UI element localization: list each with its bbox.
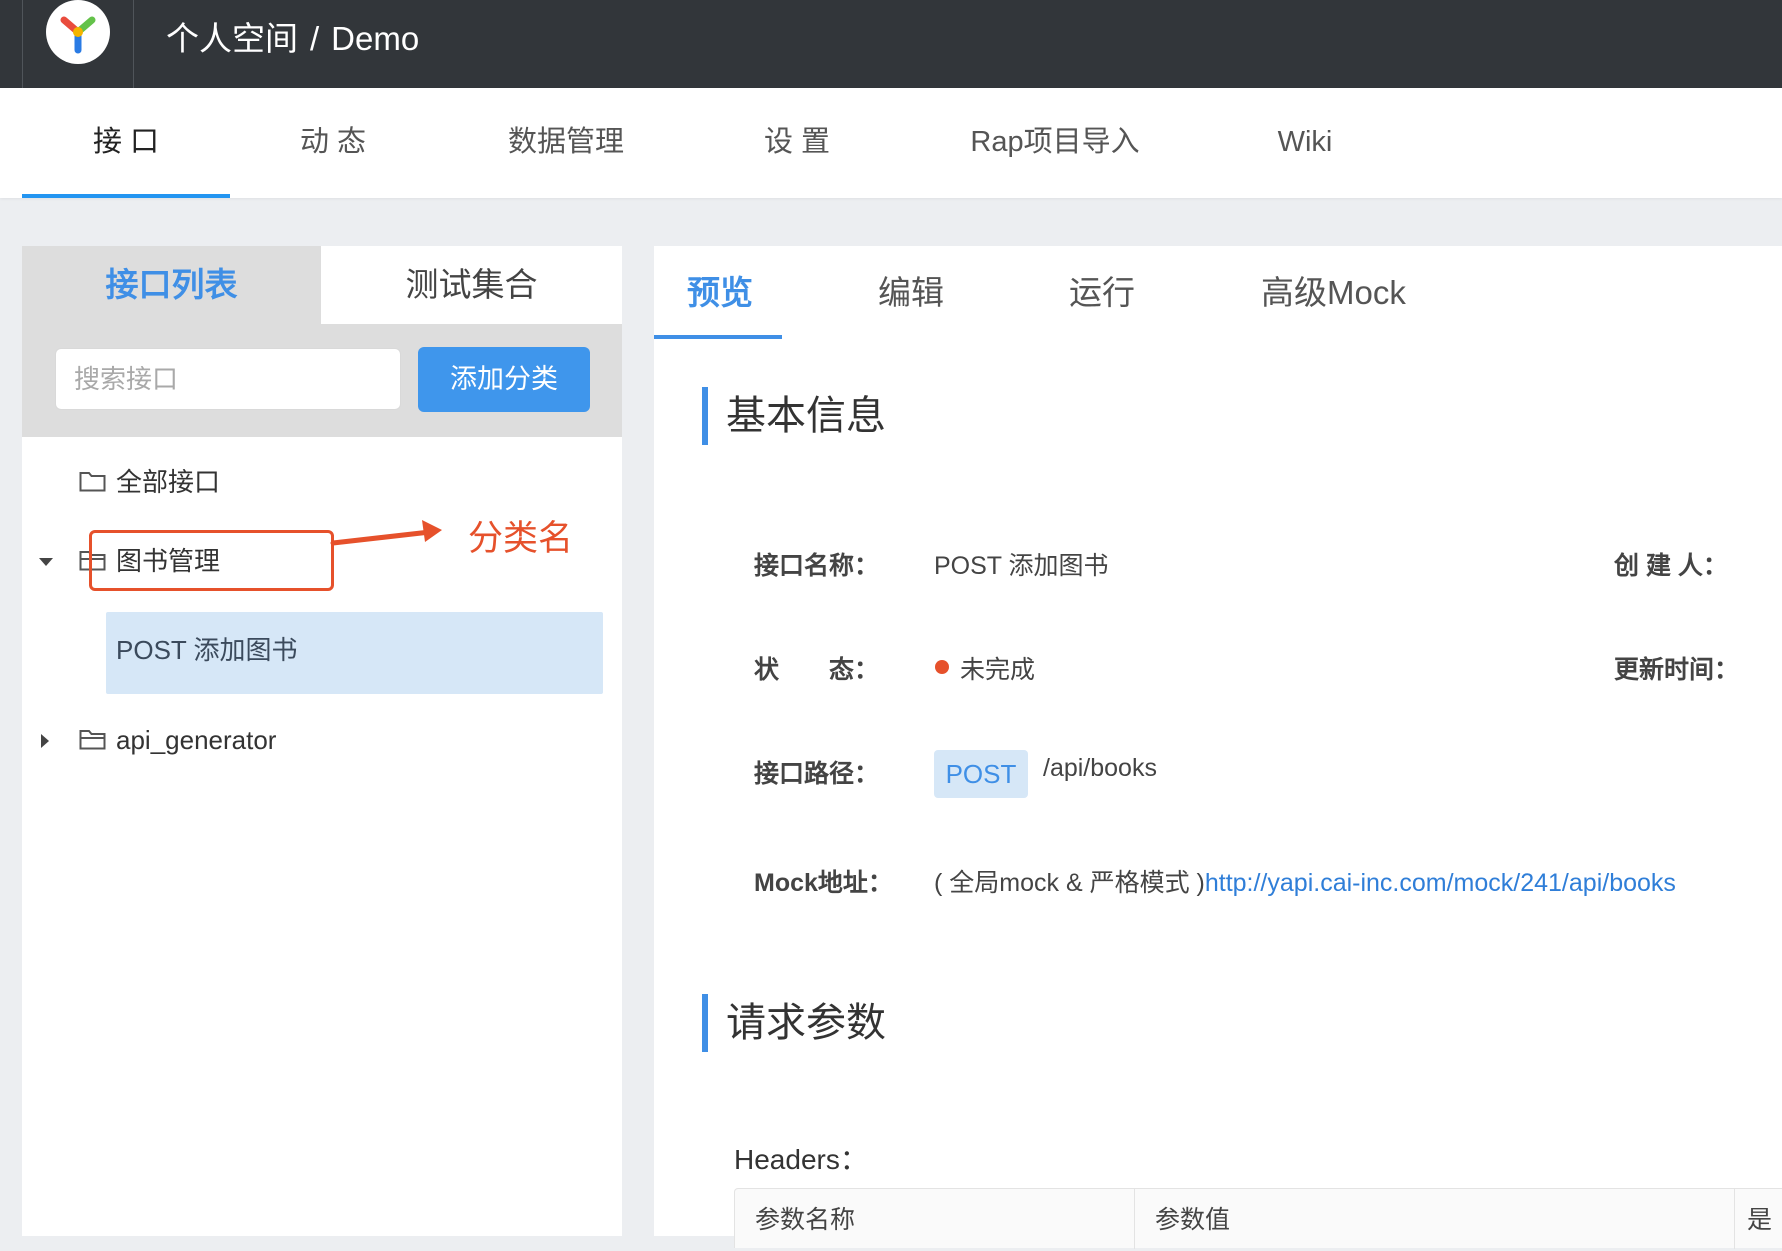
mock-url-link[interactable]: http://yapi.cai-inc.com/mock/241/api/boo… bbox=[1205, 869, 1676, 897]
tab-settings[interactable]: 设 置 bbox=[722, 88, 872, 198]
breadcrumb-space[interactable]: 个人空间 bbox=[166, 20, 298, 57]
top-bar: 个人空间 / Demo bbox=[0, 0, 1782, 88]
tab-test-collection[interactable]: 测试集合 bbox=[321, 246, 622, 324]
table-header-param-name: 参数名称 bbox=[735, 1189, 1135, 1249]
active-tab-indicator bbox=[22, 194, 230, 198]
annotation-box bbox=[89, 530, 334, 591]
tab-run[interactable]: 运行 bbox=[1069, 246, 1135, 340]
search-area: 添加分类 bbox=[22, 324, 622, 437]
detail-tabs: 预览 编辑 运行 高级Mock bbox=[654, 246, 1782, 340]
app-logo[interactable] bbox=[46, 0, 110, 64]
breadcrumb-project[interactable]: Demo bbox=[331, 20, 419, 57]
creator-label: 创 建 人： bbox=[1614, 552, 1728, 580]
sidebar-tabs: 接口列表 测试集合 bbox=[22, 246, 622, 324]
name-label: 接口名称： bbox=[754, 552, 880, 580]
interface-sidebar: 接口列表 测试集合 添加分类 全部接口 图书管理 POST 添加图书 api_g… bbox=[22, 246, 622, 1236]
tree-item-label: POST 添加图书 bbox=[116, 635, 298, 665]
tree-item-label: 全部接口 bbox=[116, 467, 221, 497]
tree-item-post-add-book[interactable]: POST 添加图书 bbox=[106, 612, 603, 694]
interface-detail: 预览 编辑 运行 高级Mock 基本信息 接口名称： POST 添加图书 创 建… bbox=[654, 246, 1782, 1249]
yapi-logo-icon bbox=[60, 16, 96, 54]
folder-open-icon bbox=[79, 730, 106, 750]
mock-mode-note: ( 全局mock & 严格模式 ) bbox=[934, 869, 1205, 897]
tab-activity[interactable]: 动 态 bbox=[258, 88, 408, 198]
tab-data-management[interactable]: 数据管理 bbox=[486, 88, 646, 198]
breadcrumb-separator: / bbox=[310, 20, 320, 57]
tree-category-label: api_generator bbox=[116, 725, 277, 755]
basic-info-title: 基本信息 bbox=[702, 387, 886, 445]
tab-interface-list[interactable]: 接口列表 bbox=[22, 246, 321, 324]
active-tab-indicator bbox=[654, 335, 782, 339]
headers-table: 参数名称 参数值 是 bbox=[734, 1188, 1782, 1249]
path-label: 接口路径： bbox=[754, 760, 880, 788]
folder-icon bbox=[79, 472, 106, 492]
search-input[interactable] bbox=[55, 348, 401, 410]
tab-advanced-mock[interactable]: 高级Mock bbox=[1261, 246, 1406, 340]
breadcrumb: 个人空间 / Demo bbox=[166, 12, 419, 60]
mock-address: ( 全局mock & 严格模式 )http://yapi.cai-inc.com… bbox=[934, 863, 1676, 899]
tree-category-api-generator[interactable]: api_generator bbox=[79, 720, 379, 760]
caret-down-icon[interactable] bbox=[39, 558, 53, 566]
annotation-arrow-icon bbox=[330, 520, 442, 546]
method-badge: POST bbox=[934, 750, 1028, 798]
status-value: 未完成 bbox=[960, 656, 1036, 684]
logo-cell[interactable] bbox=[22, 0, 134, 88]
add-category-button[interactable]: 添加分类 bbox=[418, 347, 590, 412]
tree-item-all[interactable]: 全部接口 bbox=[79, 462, 379, 502]
headers-label: Headers： bbox=[734, 1144, 868, 1175]
table-header-param-value: 参数值 bbox=[1135, 1189, 1735, 1249]
request-params-title: 请求参数 bbox=[702, 994, 886, 1052]
tab-edit[interactable]: 编辑 bbox=[878, 246, 944, 340]
project-nav: 接 口 动 态 数据管理 设 置 Rap项目导入 Wiki bbox=[0, 88, 1782, 198]
annotation-label: 分类名 bbox=[468, 519, 574, 558]
status-dot-icon bbox=[935, 660, 949, 674]
tab-preview[interactable]: 预览 bbox=[687, 246, 753, 340]
mock-label: Mock地址： bbox=[754, 869, 893, 897]
name-value: POST 添加图书 bbox=[934, 552, 1109, 580]
tab-interfaces[interactable]: 接 口 bbox=[22, 88, 230, 198]
status-label: 状 态： bbox=[754, 656, 880, 684]
path-value: /api/books bbox=[1043, 754, 1157, 782]
tab-rap-import[interactable]: Rap项目导入 bbox=[960, 88, 1150, 198]
tab-wiki[interactable]: Wiki bbox=[1250, 88, 1360, 198]
updated-label: 更新时间： bbox=[1614, 656, 1740, 684]
caret-right-icon[interactable] bbox=[41, 734, 49, 748]
table-header-required: 是 bbox=[1747, 1206, 1773, 1234]
